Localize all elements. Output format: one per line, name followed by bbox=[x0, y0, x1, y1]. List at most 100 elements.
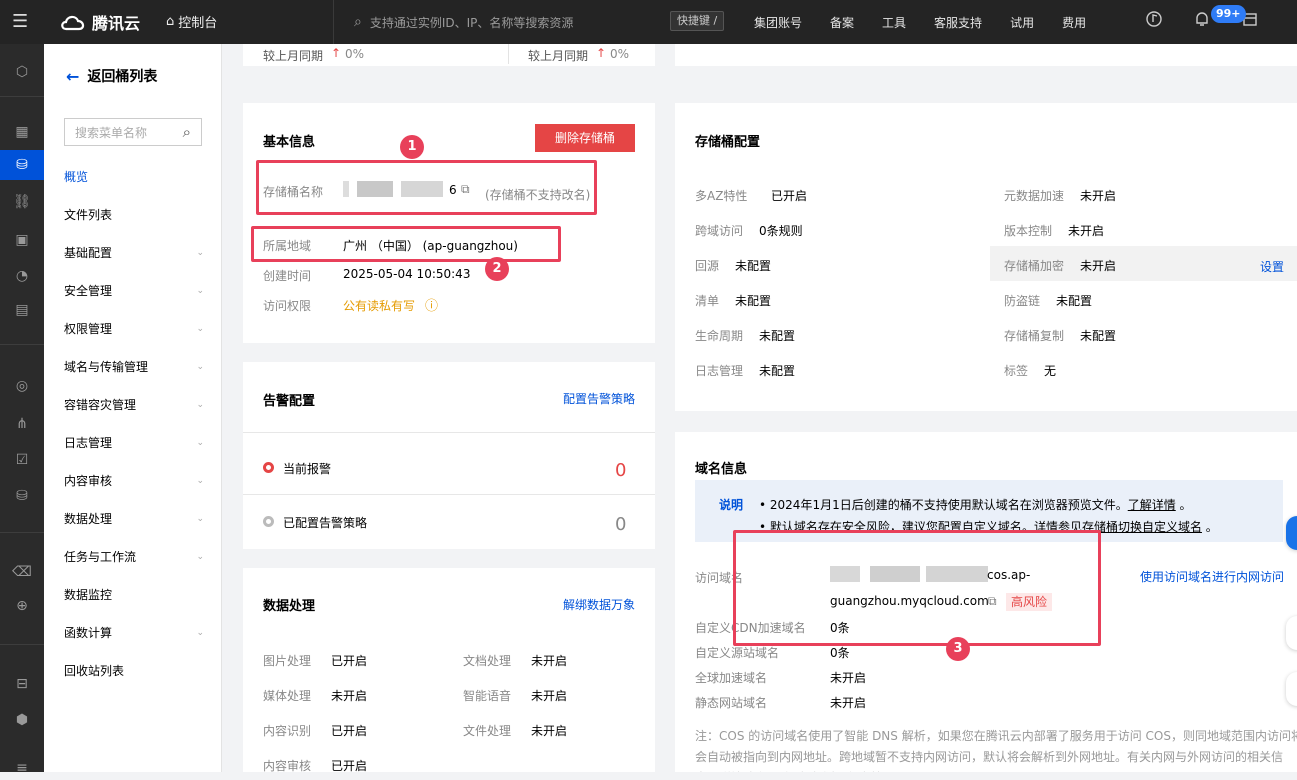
rail-divider bbox=[0, 96, 44, 97]
pie-chart-icon[interactable]: ◔ bbox=[10, 264, 34, 288]
sidebar-item[interactable]: 回收站列表 bbox=[44, 658, 222, 696]
config-label: 日志管理 bbox=[695, 364, 744, 378]
shield-icon[interactable]: ⬢ bbox=[10, 708, 34, 732]
link-icon[interactable]: ⛓ bbox=[10, 190, 34, 214]
nav-filing[interactable]: 备案 bbox=[816, 14, 868, 31]
config-value: 未配置 bbox=[759, 364, 796, 378]
sidebar-item-label: 概览 bbox=[64, 170, 89, 184]
storage-icon[interactable]: ⛁ bbox=[0, 150, 44, 180]
bucket-config-card: 存储桶配置 多AZ特性 已开启 跨域访问 0条规则 回源 未配置 清单 未配置 生命周期 未配置日… bbox=[675, 103, 1297, 411]
sidebar-item[interactable]: 数据监控 bbox=[44, 582, 222, 620]
config-value: 无 bbox=[1044, 364, 1057, 378]
notice-text: 2024年1月1日后创建的桶不支持使用默认域名在浏览器预览文件。 bbox=[769, 498, 1128, 512]
sidebar-item[interactable]: 函数计算 ⌄ bbox=[44, 620, 222, 658]
home-icon: ⌂ bbox=[166, 14, 175, 29]
domain-row-label: 静态网站域名 bbox=[695, 696, 768, 710]
configured-policy-count[interactable]: 0 bbox=[615, 514, 626, 535]
cube-icon[interactable]: ⬡ bbox=[10, 60, 34, 84]
info-icon[interactable]: ⓘ bbox=[425, 295, 438, 314]
chevron-down-icon: ⌄ bbox=[196, 438, 204, 448]
notification-badge: 99+ bbox=[1211, 5, 1246, 23]
scan-icon[interactable]: ⊕ bbox=[10, 594, 34, 618]
bell-icon[interactable] bbox=[1193, 10, 1211, 28]
sidebar-item[interactable]: 基础配置 ⌄ bbox=[44, 240, 222, 278]
config-value: 未配置 bbox=[1080, 329, 1117, 343]
floating-help-tab[interactable] bbox=[1286, 516, 1297, 550]
search-icon: ⌕ bbox=[182, 123, 191, 141]
sidebar-item[interactable]: 文件列表 bbox=[44, 202, 222, 240]
sidebar: ← 返回桶列表 搜索菜单名称 ⌕ 概览文件列表 基础配置 ⌄ 安全管理 ⌄ 权限管理 ⌄ 域名… bbox=[44, 44, 222, 772]
top-bar: ☰ 腾讯云 ⌂ 控制台 ⌕ 支持通过实例ID、IP、名称等搜索资源 快捷键 / … bbox=[0, 0, 1297, 44]
gauge-icon[interactable]: ◎ bbox=[10, 374, 34, 398]
sidebar-item[interactable]: 域名与传输管理 ⌄ bbox=[44, 354, 222, 392]
chevron-down-icon: ⌄ bbox=[196, 248, 204, 258]
domain-row-value: 未开启 bbox=[830, 696, 867, 710]
calendar-icon[interactable]: ▣ bbox=[10, 228, 34, 252]
access-label: 访问权限 bbox=[263, 299, 312, 313]
nav-support[interactable]: 客服支持 bbox=[920, 14, 996, 31]
dp-item-label: 图片处理 bbox=[263, 654, 312, 668]
network-icon[interactable]: ⋔ bbox=[10, 412, 34, 436]
configure-alarm-link[interactable]: 配置告警策略 bbox=[563, 390, 635, 407]
sidebar-item[interactable]: 权限管理 ⌄ bbox=[44, 316, 222, 354]
access-value[interactable]: 公有读私有写 bbox=[343, 297, 415, 314]
delete-bucket-button[interactable]: 删除存储桶 bbox=[535, 124, 635, 152]
intranet-access-link[interactable]: 使用访问域名进行内网访问 bbox=[1140, 568, 1284, 585]
database-icon[interactable]: ⛁ bbox=[10, 484, 34, 508]
checklist-icon[interactable]: ☑ bbox=[10, 448, 34, 472]
global-search[interactable]: ⌕ 支持通过实例ID、IP、名称等搜索资源 bbox=[354, 12, 724, 32]
menu-icon[interactable]: ☰ bbox=[12, 12, 32, 32]
top-nav: 集团账号 备案 工具 客服支持 试用 费用 bbox=[740, 0, 1100, 44]
nav-tools[interactable]: 工具 bbox=[868, 14, 920, 31]
dashboard-icon[interactable]: ▦ bbox=[10, 120, 34, 144]
domain-row-value: 0条 bbox=[830, 646, 850, 660]
chevron-down-icon: ⌄ bbox=[196, 514, 204, 524]
shortcut-key[interactable]: 快捷键 / bbox=[670, 11, 725, 31]
arrow-up-icon: ↑ bbox=[331, 46, 342, 60]
config-value: 已开启 bbox=[771, 189, 808, 203]
sidebar-item[interactable]: 任务与工作流 HOT ⌄ bbox=[44, 544, 222, 582]
music-note-icon[interactable] bbox=[1145, 10, 1163, 28]
list-icon[interactable]: ≡ bbox=[10, 756, 34, 780]
global-search-placeholder: 支持通过实例ID、IP、名称等搜索资源 bbox=[369, 15, 574, 30]
current-alarm-count[interactable]: 0 bbox=[615, 460, 626, 481]
config-label: 防盗链 bbox=[1004, 294, 1041, 308]
back-to-bucket-list[interactable]: ← 返回桶列表 bbox=[66, 66, 157, 86]
nav-trial[interactable]: 试用 bbox=[996, 14, 1048, 31]
archive-icon[interactable]: ⊟ bbox=[10, 672, 34, 696]
annotation-number-2: 2 bbox=[485, 257, 509, 281]
console-link[interactable]: ⌂ 控制台 bbox=[166, 12, 217, 31]
config-label: 跨域访问 bbox=[695, 224, 744, 238]
sidebar-item[interactable]: 安全管理 ⌄ bbox=[44, 278, 222, 316]
trash-icon[interactable]: ⌫ bbox=[10, 560, 34, 584]
encryption-setting-link[interactable]: 设置 bbox=[1260, 258, 1284, 275]
nav-group-account[interactable]: 集团账号 bbox=[740, 14, 816, 31]
sidebar-item[interactable]: 内容审核 ⌄ bbox=[44, 468, 222, 506]
dp-item-label: 内容审核 bbox=[263, 759, 312, 772]
menu-search-input[interactable]: 搜索菜单名称 ⌕ bbox=[64, 118, 202, 146]
dp-item-value: 未开启 bbox=[531, 654, 568, 668]
unbind-ci-link[interactable]: 解绑数据万象 bbox=[563, 596, 635, 613]
dp-item-value: 未开启 bbox=[531, 689, 568, 703]
divider bbox=[243, 432, 655, 433]
dp-item-label: 文件处理 bbox=[463, 724, 512, 738]
learn-more-link[interactable]: 了解详情 bbox=[1128, 498, 1176, 512]
chevron-down-icon: ⌄ bbox=[196, 286, 204, 296]
floating-tab[interactable] bbox=[1286, 672, 1297, 706]
sidebar-item[interactable]: 数据处理 ⌄ bbox=[44, 506, 222, 544]
brand-logo[interactable]: 腾讯云 bbox=[60, 10, 140, 34]
product-rail: ⬡ ▦ ⛁ ⛓ ▣ ◔ ▤ ◎ ⋔ ☑ ⛁ ⌫ ⊕ ⊟ ⬢ ≡ bbox=[0, 44, 44, 776]
created-label: 创建时间 bbox=[263, 269, 312, 283]
nav-billing[interactable]: 费用 bbox=[1048, 14, 1100, 31]
sidebar-item[interactable]: 日志管理 ⌄ bbox=[44, 430, 222, 468]
dp-item-value: 已开启 bbox=[331, 724, 368, 738]
domain-row-label: 自定义源站域名 bbox=[695, 646, 780, 660]
sidebar-item[interactable]: 概览 bbox=[44, 164, 222, 202]
config-value: 未开启 bbox=[1080, 189, 1117, 203]
sidebar-item[interactable]: 容错容灾管理 NEW ⌄ bbox=[44, 392, 222, 430]
file-check-icon[interactable]: ▤ bbox=[10, 298, 34, 322]
floating-tab[interactable] bbox=[1286, 616, 1297, 650]
stat-compare-value: 0% bbox=[345, 47, 365, 61]
chevron-down-icon: ⌄ bbox=[196, 362, 204, 372]
config-label: 多AZ特性 bbox=[695, 189, 748, 203]
